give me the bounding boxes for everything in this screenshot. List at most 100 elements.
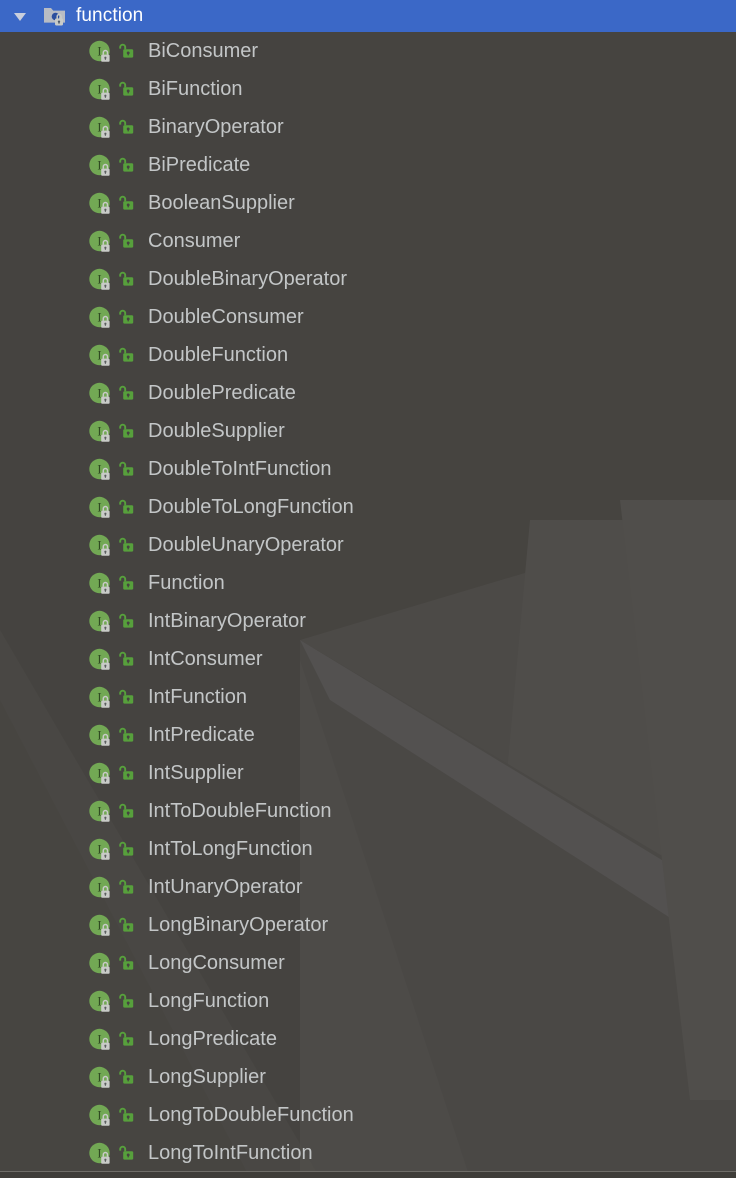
- tree-row[interactable]: I IntConsumer: [0, 640, 736, 678]
- tree-row[interactable]: I IntUnaryOperator: [0, 868, 736, 906]
- unlocked-padlock-icon: [119, 384, 137, 402]
- unlocked-padlock-icon: [119, 612, 137, 630]
- tree-row[interactable]: I LongFunction: [0, 982, 736, 1020]
- unlocked-padlock-icon: [119, 80, 137, 98]
- svg-text:I: I: [97, 463, 101, 477]
- svg-text:I: I: [97, 121, 101, 135]
- interface-locked-icon: I: [88, 267, 112, 291]
- interface-locked-icon: I: [88, 723, 112, 747]
- tree-row[interactable]: I IntFunction: [0, 678, 736, 716]
- unlocked-padlock-icon: [119, 1106, 137, 1124]
- unlocked-padlock-icon: [119, 726, 137, 744]
- unlocked-padlock-icon: [119, 1030, 137, 1048]
- triangle-down-icon[interactable]: [8, 0, 32, 32]
- unlocked-padlock-icon: [119, 992, 137, 1010]
- interface-locked-icon: I: [88, 647, 112, 671]
- tree-row-label: BinaryOperator: [148, 116, 284, 138]
- tree-node-function-package[interactable]: function: [0, 0, 736, 32]
- unlocked-padlock-icon: [119, 840, 137, 858]
- tree-row[interactable]: I DoubleToIntFunction: [0, 450, 736, 488]
- svg-text:I: I: [97, 539, 101, 553]
- svg-text:I: I: [97, 1033, 101, 1047]
- tree-row[interactable]: I IntToLongFunction: [0, 830, 736, 868]
- interface-locked-icon: I: [88, 1065, 112, 1089]
- tree-row-label: BooleanSupplier: [148, 192, 295, 214]
- tree-row[interactable]: I DoubleBinaryOperator: [0, 260, 736, 298]
- unlocked-padlock-icon: [119, 574, 137, 592]
- tree-row[interactable]: I LongSupplier: [0, 1058, 736, 1096]
- interface-list: I BiConsumer I BiFunction I BinaryOperator I Bi…: [0, 32, 736, 1172]
- tree-row-label: IntPredicate: [148, 724, 255, 746]
- interface-locked-icon: I: [88, 761, 112, 785]
- tree-row[interactable]: I Consumer: [0, 222, 736, 260]
- tree-row[interactable]: I DoubleConsumer: [0, 298, 736, 336]
- tree-row[interactable]: I LongToDoubleFunction: [0, 1096, 736, 1134]
- tree-row-label: Consumer: [148, 230, 241, 252]
- unlocked-padlock-icon: [119, 460, 137, 478]
- tree-row[interactable]: I BiPredicate: [0, 146, 736, 184]
- svg-text:I: I: [97, 1109, 101, 1123]
- svg-text:I: I: [97, 45, 101, 59]
- unlocked-padlock-icon: [119, 688, 137, 706]
- svg-text:I: I: [97, 957, 101, 971]
- tree-row-label: LongToDoubleFunction: [148, 1104, 354, 1126]
- interface-locked-icon: I: [88, 913, 112, 937]
- svg-text:I: I: [97, 615, 101, 629]
- interface-locked-icon: I: [88, 837, 112, 861]
- unlocked-padlock-icon: [119, 650, 137, 668]
- tree-row[interactable]: I DoubleSupplier: [0, 412, 736, 450]
- svg-text:I: I: [97, 273, 101, 287]
- tree-row[interactable]: I Function: [0, 564, 736, 602]
- tree-row[interactable]: I LongToIntFunction: [0, 1134, 736, 1172]
- bottom-strip: [0, 1172, 736, 1178]
- tree-row[interactable]: I BiConsumer: [0, 32, 736, 70]
- svg-text:I: I: [97, 83, 101, 97]
- interface-locked-icon: I: [88, 229, 112, 253]
- tree-row[interactable]: I LongBinaryOperator: [0, 906, 736, 944]
- tree-row[interactable]: I BooleanSupplier: [0, 184, 736, 222]
- interface-locked-icon: I: [88, 305, 112, 329]
- interface-locked-icon: I: [88, 1027, 112, 1051]
- interface-locked-icon: I: [88, 609, 112, 633]
- tree-row[interactable]: I DoubleToLongFunction: [0, 488, 736, 526]
- tree-row-label: LongFunction: [148, 990, 270, 1012]
- svg-text:I: I: [97, 501, 101, 515]
- tree-row[interactable]: I DoubleUnaryOperator: [0, 526, 736, 564]
- tree-row-label: LongPredicate: [148, 1028, 277, 1050]
- unlocked-padlock-icon: [119, 232, 137, 250]
- unlocked-padlock-icon: [119, 194, 137, 212]
- tree-row[interactable]: I IntPredicate: [0, 716, 736, 754]
- tree-row-label: DoubleBinaryOperator: [148, 268, 347, 290]
- svg-text:I: I: [97, 653, 101, 667]
- tree-row[interactable]: I DoubleFunction: [0, 336, 736, 374]
- tree-row-label: DoubleUnaryOperator: [148, 534, 344, 556]
- tree-row-label: DoubleToIntFunction: [148, 458, 332, 480]
- tree-row-label: IntFunction: [148, 686, 247, 708]
- interface-locked-icon: I: [88, 39, 112, 63]
- interface-locked-icon: I: [88, 989, 112, 1013]
- tree-row-label: IntUnaryOperator: [148, 876, 303, 898]
- tree-row-label: LongSupplier: [148, 1066, 266, 1088]
- tree-row[interactable]: I IntBinaryOperator: [0, 602, 736, 640]
- tree-row[interactable]: I LongConsumer: [0, 944, 736, 982]
- unlocked-padlock-icon: [119, 954, 137, 972]
- interface-locked-icon: I: [88, 875, 112, 899]
- unlocked-padlock-icon: [119, 1144, 137, 1162]
- svg-text:I: I: [97, 235, 101, 249]
- tree-row[interactable]: I BiFunction: [0, 70, 736, 108]
- tree-row-label: IntToLongFunction: [148, 838, 313, 860]
- unlocked-padlock-icon: [119, 270, 137, 288]
- tree-row-label: DoublePredicate: [148, 382, 296, 404]
- tree-row-label: BiPredicate: [148, 154, 251, 176]
- interface-locked-icon: I: [88, 951, 112, 975]
- tree-row-label: BiFunction: [148, 78, 243, 100]
- tree-row[interactable]: I LongPredicate: [0, 1020, 736, 1058]
- tree-row[interactable]: I IntSupplier: [0, 754, 736, 792]
- svg-text:I: I: [97, 425, 101, 439]
- unlocked-padlock-icon: [119, 118, 137, 136]
- interface-locked-icon: I: [88, 571, 112, 595]
- tree-row-label: IntToDoubleFunction: [148, 800, 332, 822]
- tree-row[interactable]: I BinaryOperator: [0, 108, 736, 146]
- tree-row[interactable]: I DoublePredicate: [0, 374, 736, 412]
- tree-row[interactable]: I IntToDoubleFunction: [0, 792, 736, 830]
